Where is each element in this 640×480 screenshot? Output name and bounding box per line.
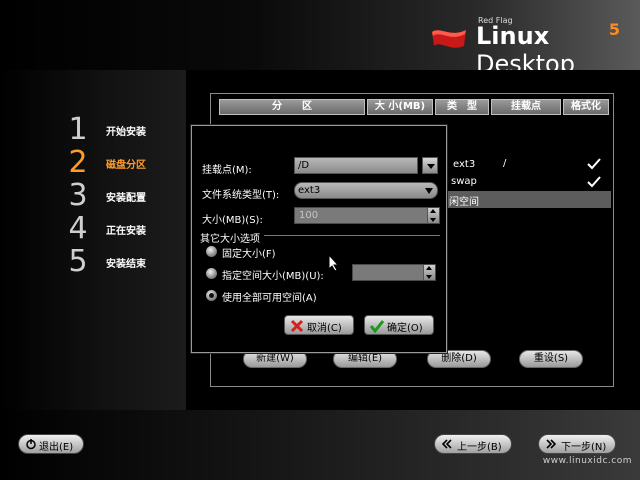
cancel-icon [290,319,304,333]
radio-use-all-space[interactable] [206,290,217,301]
step-4: 4 正在安装 [68,211,146,246]
red-flag-logo: Red Flag Linux Desktop 5 [430,16,620,78]
step-sidebar: 1 开始安装 2 磁盘分区 3 安装配置 4 正在安装 5 安装结束 [0,70,186,410]
back-button[interactable]: 上一步(B) [434,434,512,454]
mount-point-input[interactable]: /D [294,157,418,174]
check-icon [587,176,601,188]
row-2-type: swap [451,176,477,187]
footer-bar: 退出(E) 上一步(B) 下一步(N) www.linuxidc.com [0,410,640,480]
next-button[interactable]: 下一步(N) [538,434,616,454]
size-options-group-title: 其它大小选项 [200,234,260,245]
radio-use-all-space-label: 使用全部可用空间(A) [222,293,317,304]
group-divider [264,235,440,236]
column-format[interactable]: 格式化 [563,99,609,115]
size-stepper-arrows-icon[interactable] [427,208,439,223]
double-chevron-left-icon [441,439,452,449]
check-icon [587,158,601,170]
column-size[interactable]: 大 小(MB) [367,99,433,115]
step-1: 1 开始安装 [68,112,146,147]
radio-specify-size[interactable] [206,268,217,279]
mount-point-dropdown-icon[interactable] [422,157,438,174]
fs-type-select[interactable]: ext3 [294,182,438,199]
column-partition[interactable]: 分 区 [219,99,365,115]
size-stepper[interactable]: 100 [294,207,440,224]
red-flag-icon [432,30,466,48]
header-bar: Red Flag Linux Desktop 5 [0,0,640,78]
mount-point-label: 挂载点(M): [202,165,252,176]
size-label: 大小(MB)(S): [202,215,263,226]
radio-specify-size-label: 指定空间大小(MB)(U): [222,271,324,282]
fs-type-label: 文件系统类型(T): [202,190,280,201]
radio-fixed-size[interactable] [206,246,217,257]
reset-partition-button[interactable]: 重设(S) [519,350,583,368]
cancel-button[interactable]: 取消(C) [284,315,354,335]
power-icon [26,439,36,450]
free-space-row[interactable]: 闲空间 [447,191,611,208]
column-mount[interactable]: 挂载点 [491,99,561,115]
step-2: 2 磁盘分区 [68,145,146,180]
ok-button[interactable]: 确定(O) [364,315,434,335]
logo-version: 5 [608,20,620,39]
specify-size-arrows-icon[interactable] [423,265,435,280]
add-partition-dialog: 挂载点(M): /D 文件系统类型(T): ext3 大小(MB)(S): 10… [191,125,447,353]
chevron-down-icon [425,188,433,194]
double-chevron-right-icon [546,439,557,449]
mouse-cursor-icon [328,254,340,272]
radio-fixed-size-label: 固定大小(F) [222,249,276,260]
row-1-mount: / [503,158,507,169]
step-3: 3 安装配置 [68,178,146,213]
exit-button[interactable]: 退出(E) [18,434,84,454]
specify-size-stepper[interactable] [352,264,436,281]
watermark: www.linuxidc.com [542,456,632,466]
step-5: 5 安装结束 [68,244,146,279]
check-icon [370,320,384,333]
column-type[interactable]: 类 型 [435,99,489,115]
row-1-type: ext3 [453,159,476,170]
